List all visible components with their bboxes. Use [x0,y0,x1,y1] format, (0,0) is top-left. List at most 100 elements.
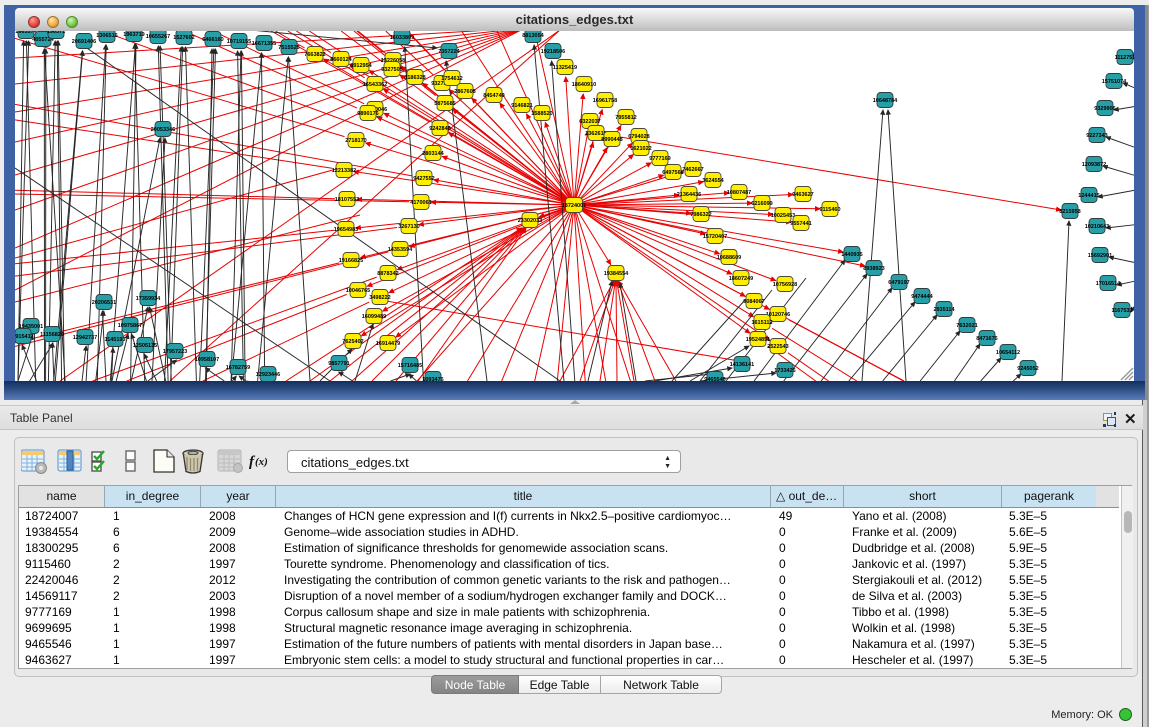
svg-text:12505135: 12505135 [133,343,157,349]
svg-text:5875685: 5875685 [434,101,455,107]
svg-text:14353594: 14353594 [388,247,413,253]
svg-text:8912954: 8912954 [350,63,372,69]
svg-text:7515526: 7515526 [278,45,299,51]
svg-text:9890176: 9890176 [357,111,378,117]
svg-text:7625402: 7625402 [342,339,363,345]
svg-text:7357224: 7357224 [438,49,460,55]
svg-text:14136141: 14136141 [730,362,754,368]
svg-text:19384554: 19384554 [604,271,629,277]
svg-text:1963574: 1963574 [15,31,37,35]
svg-text:3498222: 3498222 [369,295,390,301]
svg-text:12942737: 12942737 [73,335,97,341]
svg-text:1754612: 1754612 [441,76,462,82]
svg-text:10648784: 10648784 [873,98,898,104]
svg-text:8813054: 8813054 [522,33,544,39]
svg-text:1588520: 1588520 [531,111,552,117]
svg-text:9146821: 9146821 [511,103,532,109]
svg-text:11156829: 11156829 [40,332,64,338]
svg-text:10958107: 10958107 [195,357,219,363]
svg-text:2935114: 2935114 [933,307,955,313]
svg-text:6479197: 6479197 [888,280,909,286]
svg-text:10975867: 10975867 [118,323,142,329]
svg-text:17016514: 17016514 [1096,281,1121,287]
svg-text:2718170: 2718170 [345,138,366,144]
svg-text:9115460: 9115460 [819,207,840,213]
svg-text:9857791: 9857791 [328,361,349,367]
svg-text:9777169: 9777169 [649,156,670,162]
svg-text:9329906: 9329906 [1094,106,1115,112]
svg-text:23302033: 23302033 [518,218,542,224]
svg-text:2867608: 2867608 [454,89,475,95]
svg-text:1963719: 1963719 [123,32,144,38]
svg-text:21364436: 21364436 [677,192,701,198]
svg-text:3267130: 3267130 [398,224,419,230]
svg-text:10654112: 10654112 [996,350,1020,356]
svg-text:9084067: 9084067 [743,299,764,305]
svg-text:196371: 196371 [47,31,65,35]
svg-text:6497568: 6497568 [662,170,683,176]
svg-text:6322037: 6322037 [579,119,600,125]
svg-text:20206531: 20206531 [92,300,116,306]
svg-text:18724007: 18724007 [562,203,586,209]
svg-text:16961758: 16961758 [593,98,617,104]
svg-text:10688609: 10688609 [717,255,741,261]
svg-text:3624554: 3624554 [702,178,724,184]
svg-text:8990448: 8990448 [601,137,622,143]
svg-text:18107553: 18107553 [335,197,359,203]
svg-text:7632021: 7632021 [956,323,977,329]
svg-text:1440935: 1440935 [841,252,862,258]
svg-text:16099489: 16099489 [362,314,386,320]
svg-text:10756928: 10756928 [773,282,797,288]
svg-text:10025453: 10025453 [771,213,795,219]
svg-text:7955812: 7955812 [615,115,636,121]
svg-text:16914479: 16914479 [376,341,400,347]
svg-text:6466160: 6466160 [202,37,223,43]
svg-text:20691406: 20691406 [72,39,96,45]
svg-text:10807487: 10807487 [727,190,751,196]
svg-text:7462667: 7462667 [682,167,703,173]
svg-text:20053346: 20053346 [151,127,175,133]
svg-text:18640910: 18640910 [572,82,596,88]
svg-text:1306516: 1306516 [96,33,117,39]
svg-text:1733426: 1733426 [774,368,795,374]
svg-text:10655267: 10655267 [146,34,170,40]
svg-text:6794028: 6794028 [628,134,649,140]
svg-text:2522543: 2522543 [767,344,788,350]
svg-text:7663822: 7663822 [304,52,325,58]
svg-text:19218506: 19218506 [541,49,565,55]
svg-text:15720407: 15720407 [703,234,727,240]
svg-text:1244415: 1244415 [1078,193,1099,199]
svg-text:17359934: 17359934 [136,296,161,302]
svg-text:9463627: 9463627 [792,192,813,198]
svg-text:8938923: 8938923 [863,266,884,272]
svg-text:15692901: 15692901 [1088,253,1112,259]
svg-text:12213382: 12213382 [332,168,356,174]
svg-text:9427552: 9427552 [413,176,434,182]
svg-text:18607249: 18607249 [729,276,753,282]
svg-text:16671355: 16671355 [252,41,276,47]
svg-text:3915417: 3915417 [15,334,34,340]
svg-text:15751074: 15751074 [1102,79,1127,85]
svg-text:7986322: 7986322 [690,212,711,218]
svg-text:19654983: 19654983 [334,227,358,233]
svg-text:9245052: 9245052 [1017,366,1038,372]
svg-text:10210643: 10210643 [1085,224,1109,230]
svg-text:9557441: 9557441 [790,221,811,227]
svg-text:1621022: 1621022 [630,146,651,152]
svg-text:9327505: 9327505 [381,67,402,73]
svg-text:6216099: 6216099 [751,201,772,207]
svg-text:9242848: 9242848 [429,126,450,132]
svg-text:8454749: 8454749 [483,93,504,99]
svg-text:15716485: 15716485 [398,363,422,369]
svg-text:9474444: 9474444 [911,294,933,300]
svg-text:9227343: 9227343 [1086,133,1107,139]
svg-text:10046765: 10046765 [346,288,370,294]
svg-text:1615112: 1615112 [751,320,772,326]
svg-text:19166825: 19166825 [339,258,363,264]
svg-text:12093872: 12093872 [1082,162,1106,168]
svg-text:1527602: 1527602 [173,35,194,41]
svg-text:16543362: 16543362 [363,82,387,88]
svg-text:1145193: 1145193 [104,337,125,343]
svg-text:19524851: 19524851 [746,337,770,343]
svg-text:8186328: 8186328 [404,75,425,81]
